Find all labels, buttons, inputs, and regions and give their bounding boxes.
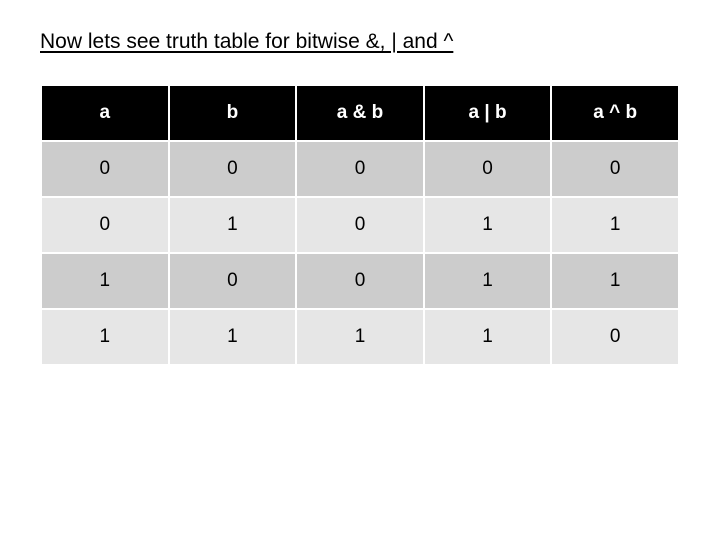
table-header-cell: a bbox=[41, 85, 169, 141]
table-cell: 0 bbox=[296, 253, 424, 309]
table-cell: 1 bbox=[169, 309, 297, 365]
table-cell: 1 bbox=[296, 309, 424, 365]
table-row: 0 1 0 1 1 bbox=[41, 197, 679, 253]
table-cell: 0 bbox=[41, 197, 169, 253]
table-cell: 1 bbox=[551, 197, 679, 253]
table-cell: 1 bbox=[169, 197, 297, 253]
table-header-row: a b a & b a | b a ^ b bbox=[41, 85, 679, 141]
table-cell: 1 bbox=[424, 309, 552, 365]
table-cell: 0 bbox=[551, 309, 679, 365]
table-row: 1 1 1 1 0 bbox=[41, 309, 679, 365]
table-header-cell: a & b bbox=[296, 85, 424, 141]
table-header-cell: a ^ b bbox=[551, 85, 679, 141]
table-cell: 0 bbox=[296, 141, 424, 197]
slide-title: Now lets see truth table for bitwise &, … bbox=[40, 30, 680, 54]
table-row: 1 0 0 1 1 bbox=[41, 253, 679, 309]
table-cell: 1 bbox=[41, 309, 169, 365]
table-cell: 0 bbox=[41, 141, 169, 197]
table-cell: 1 bbox=[41, 253, 169, 309]
truth-table: a b a & b a | b a ^ b 0 0 0 0 0 0 1 0 1 … bbox=[40, 84, 680, 366]
table-cell: 0 bbox=[296, 197, 424, 253]
table-cell: 1 bbox=[424, 197, 552, 253]
table-cell: 0 bbox=[169, 141, 297, 197]
table-cell: 1 bbox=[551, 253, 679, 309]
table-cell: 0 bbox=[424, 141, 552, 197]
table-cell: 1 bbox=[424, 253, 552, 309]
table-header-cell: a | b bbox=[424, 85, 552, 141]
table-cell: 0 bbox=[169, 253, 297, 309]
table-row: 0 0 0 0 0 bbox=[41, 141, 679, 197]
table-cell: 0 bbox=[551, 141, 679, 197]
table-header-cell: b bbox=[169, 85, 297, 141]
